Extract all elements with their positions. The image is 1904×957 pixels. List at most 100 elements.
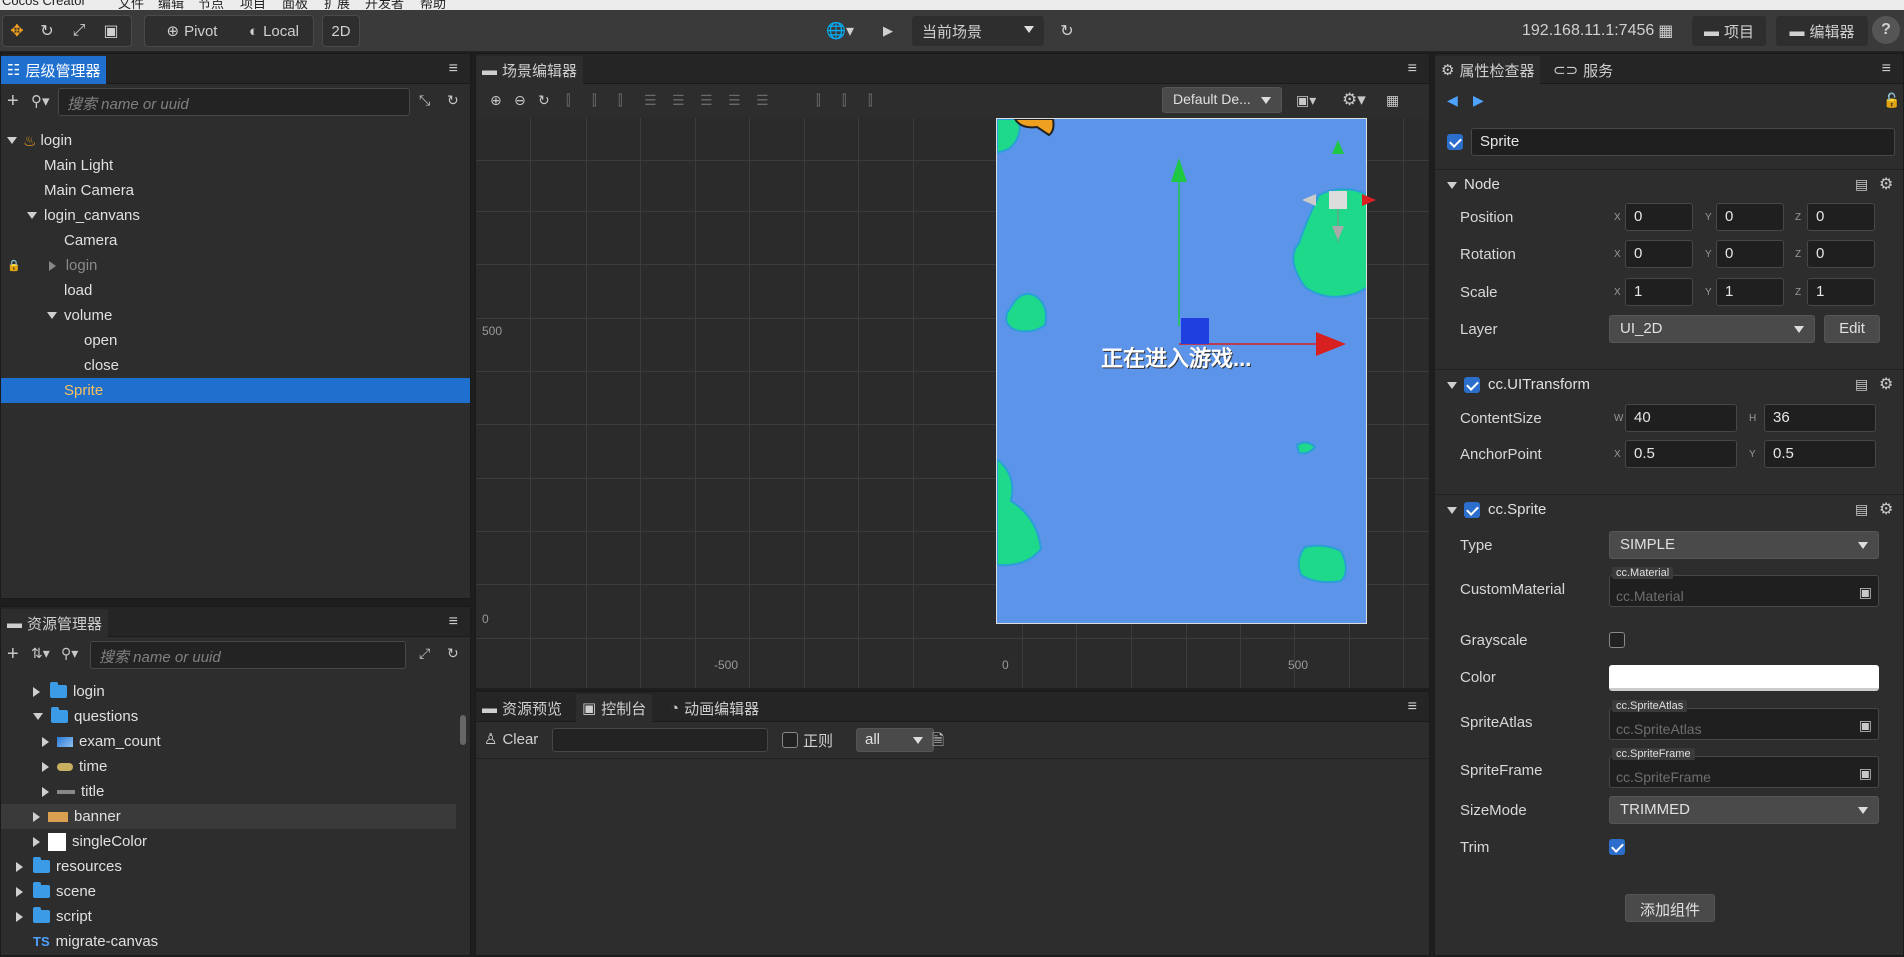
distribute-h3-icon[interactable]: ⫿ [868, 92, 872, 109]
tab-hierarchy[interactable]: ☷ 层级管理器 [1, 56, 107, 84]
sprite-section-header[interactable]: cc.Sprite ▤ ⚙ [1435, 494, 1903, 524]
scale-y-input[interactable]: 1 [1716, 278, 1784, 306]
asset-picker-icon[interactable]: ▣ [1859, 765, 1872, 782]
align-center-icon[interactable]: ⫿ [592, 92, 596, 109]
menu-extension[interactable]: 扩展 [324, 0, 350, 10]
align-bottom-icon[interactable]: ☰ [700, 92, 713, 109]
tab-inspector[interactable]: ⚙ 属性检查器 [1435, 56, 1541, 84]
anchor-x-input[interactable]: 0.5 [1625, 440, 1737, 468]
tree-item-scene-login[interactable]: ♨ login [1, 128, 470, 153]
scene-select[interactable]: 当前场景 [912, 16, 1044, 46]
node-name-input[interactable]: Sprite [1471, 128, 1895, 156]
layer-edit-button[interactable]: Edit [1824, 315, 1880, 343]
docs-icon[interactable]: ▤ [1855, 176, 1868, 193]
align-right-icon[interactable]: ⫿ [618, 92, 622, 109]
sort-icon[interactable]: ⇅▾ [31, 645, 50, 662]
scene-viewport[interactable]: 500 0 -500 0 500 正在进入游戏... [476, 118, 1429, 688]
layer-select[interactable]: UI_2D [1609, 315, 1815, 343]
console-filter-input[interactable] [552, 728, 768, 752]
canvas-frame[interactable]: 正在进入游戏... [996, 118, 1367, 624]
panel-menu-icon[interactable]: ≡ [449, 613, 458, 631]
play-icon[interactable]: ▶ [874, 16, 902, 46]
menu-project[interactable]: 项目 [240, 0, 266, 10]
collapse-all-icon[interactable]: ⤡ [419, 92, 430, 109]
regex-checkbox[interactable] [782, 732, 798, 748]
camera-select[interactable]: Default De... [1162, 87, 1282, 113]
refresh-icon[interactable]: ↻ [447, 92, 459, 109]
local-button[interactable]: ◐ Local [236, 16, 312, 46]
tree-item-open[interactable]: open [1, 328, 470, 353]
rotation-z-input[interactable]: 0 [1807, 240, 1875, 268]
asset-folder-script[interactable]: script [1, 904, 456, 929]
align-top-icon[interactable]: ☰ [644, 92, 657, 109]
gear-icon[interactable]: ⚙ [1879, 499, 1893, 519]
asset-picker-icon[interactable]: ▣ [1859, 717, 1872, 734]
uitransform-enabled-checkbox[interactable] [1464, 377, 1480, 393]
tab-scene[interactable]: ▬ 场景编辑器 [476, 56, 584, 84]
position-x-input[interactable]: 0 [1625, 203, 1693, 231]
scale-x-input[interactable]: 1 [1625, 278, 1693, 306]
sprite-atlas-field[interactable]: cc.SpriteAtlas cc.SpriteAtlas ▣ [1609, 700, 1879, 740]
asset-banner[interactable]: banner [1, 804, 456, 829]
tab-assets[interactable]: ▬ 资源管理器 [1, 609, 109, 637]
tree-item-sprite[interactable]: Sprite [1, 378, 470, 403]
align-middle-icon[interactable]: ☰ [672, 92, 685, 109]
panel-menu-icon[interactable]: ≡ [1408, 698, 1417, 716]
refresh-icon[interactable]: ↻ [1052, 16, 1082, 46]
reset-view-icon[interactable]: ↻ [538, 92, 550, 109]
zoom-in-icon[interactable]: ⊕ [490, 92, 502, 109]
align-left-icon[interactable]: ⫿ [566, 92, 570, 109]
tab-console[interactable]: ▣ 控制台 [576, 694, 653, 722]
search-type-icon[interactable]: ⚲▾ [31, 92, 50, 110]
editor-button[interactable]: ▬ 编辑器 [1776, 16, 1868, 46]
tree-item-main-light[interactable]: Main Light [1, 153, 470, 178]
grayscale-checkbox[interactable] [1609, 632, 1625, 648]
size-mode-select[interactable]: TRIMMED [1609, 796, 1879, 824]
distribute-v2-icon[interactable]: ☰ [756, 92, 769, 109]
panel-menu-icon[interactable]: ≡ [1408, 60, 1417, 78]
camera-icon[interactable]: ▣▾ [1296, 92, 1316, 109]
distribute-v-icon[interactable]: ☰ [728, 92, 741, 109]
tree-item-volume[interactable]: volume [1, 303, 470, 328]
scale-z-input[interactable]: 1 [1807, 278, 1875, 306]
color-swatch[interactable] [1609, 665, 1879, 691]
preview-platform-icon[interactable]: 🌐▾ [822, 16, 858, 46]
panel-menu-icon[interactable]: ≡ [449, 60, 458, 78]
ip-address[interactable]: 192.168.11.1:7456 ▦ [1522, 16, 1712, 46]
sprite-frame-field[interactable]: cc.SpriteFrame cc.SpriteFrame ▣ [1609, 748, 1879, 788]
trim-checkbox[interactable] [1609, 839, 1625, 855]
tab-asset-preview[interactable]: ▬ 资源预览 [476, 694, 568, 722]
assets-scrollbar[interactable] [460, 715, 466, 745]
content-height-input[interactable]: 36 [1764, 404, 1876, 432]
add-asset-icon[interactable]: + [7, 643, 19, 666]
anchor-y-input[interactable]: 0.5 [1764, 440, 1876, 468]
node-section-header[interactable]: Node ▤ ⚙ [1435, 169, 1903, 199]
log-level-select[interactable]: all [856, 728, 934, 752]
help-icon[interactable]: ? [1872, 16, 1900, 44]
scale-tool-icon[interactable]: ⤢ [66, 16, 92, 46]
rect-tool-icon[interactable]: ▣ [98, 16, 124, 46]
asset-title[interactable]: title [1, 779, 456, 804]
asset-single-color[interactable]: singleColor [1, 829, 456, 854]
tree-item-close[interactable]: close [1, 353, 470, 378]
node-active-checkbox[interactable] [1447, 134, 1463, 150]
distribute-h2-icon[interactable]: ⫿ [842, 92, 846, 109]
add-node-icon[interactable]: + [7, 90, 19, 113]
docs-icon[interactable]: ▤ [1855, 376, 1868, 393]
distribute-h-icon[interactable]: ⫿ [816, 92, 820, 109]
tab-services[interactable]: ⊂⊃ 服务 [1547, 56, 1619, 84]
docs-icon[interactable]: ▤ [1855, 501, 1868, 518]
sprite-enabled-checkbox[interactable] [1464, 502, 1480, 518]
rotation-y-input[interactable]: 0 [1716, 240, 1784, 268]
tree-item-main-camera[interactable]: Main Camera [1, 178, 470, 203]
asset-folder-scene[interactable]: scene [1, 879, 456, 904]
zoom-out-icon[interactable]: ⊖ [514, 92, 526, 109]
assets-search-input[interactable]: 搜索 name or uuid [90, 641, 406, 669]
position-y-input[interactable]: 0 [1716, 203, 1784, 231]
menu-help[interactable]: 帮助 [420, 0, 446, 10]
rotation-x-input[interactable]: 0 [1625, 240, 1693, 268]
tree-item-login-node[interactable]: 🔒 login [1, 253, 470, 278]
asset-time[interactable]: time [1, 754, 456, 779]
snap-icon[interactable]: ▦ [1386, 92, 1399, 109]
panel-menu-icon[interactable]: ≡ [1882, 60, 1891, 78]
